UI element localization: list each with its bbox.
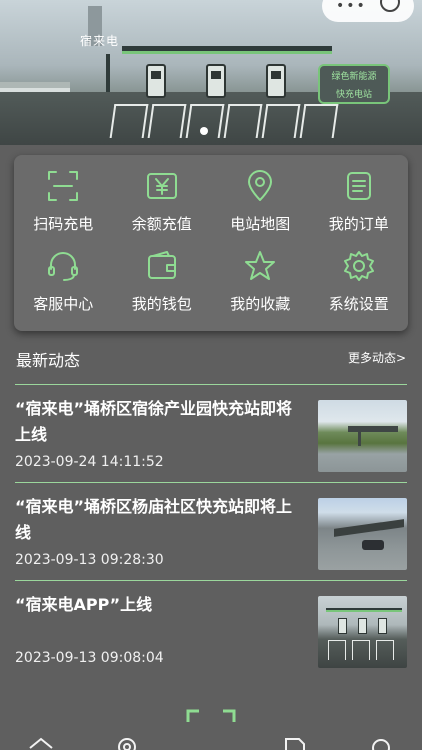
menu-item-settings[interactable]: 系统设置: [310, 243, 409, 323]
thumbnail-canopy: [334, 519, 404, 537]
news-thumbnail: [318, 400, 407, 472]
thumbnail-charger: [378, 618, 387, 634]
divider: [15, 482, 407, 483]
banner-parking-lane: [223, 104, 263, 138]
banner-parking-lane: [109, 104, 149, 138]
news-time: 2023-09-13 09:28:30: [15, 552, 164, 568]
thumbnail-charger: [338, 618, 347, 634]
home-icon: [29, 737, 53, 749]
star-icon: [245, 251, 276, 280]
banner-parking-lane: [261, 104, 301, 138]
banner-parking-lane: [147, 104, 187, 138]
banner-parking-lane: [299, 104, 339, 138]
news-headline: “宿来电APP”上线: [15, 595, 153, 614]
banner-charger: [206, 64, 226, 98]
banner-sign-line2: 快充电站: [335, 90, 372, 100]
menu-label: 电站地图: [230, 215, 291, 233]
news-thumbnail: [318, 498, 407, 570]
news-headline: “宿来电”埇桥区宿徐产业园快充站即将上线: [15, 399, 293, 444]
carousel-indicator[interactable]: [200, 127, 208, 135]
thumbnail-lane: [352, 640, 370, 660]
divider: [15, 580, 407, 581]
menu-label: 我的收藏: [230, 295, 291, 313]
news-section-title: 最新动态: [16, 351, 81, 370]
headset-icon: [48, 252, 79, 281]
more-dots-icon[interactable]: •••: [336, 0, 367, 14]
menu-label: 余额充值: [131, 215, 192, 233]
map-pin-icon: [248, 170, 273, 201]
menu-label: 我的订单: [328, 215, 389, 233]
tab-profile[interactable]: [368, 736, 394, 750]
tab-home[interactable]: [28, 736, 54, 750]
thumbnail-lane: [376, 640, 394, 660]
banner-brand: 宿来电: [80, 34, 120, 48]
order-list-icon: [346, 172, 371, 200]
banner-sign-line1: 绿色新能源: [331, 72, 377, 82]
tab-orders[interactable]: [282, 736, 308, 750]
banner-charger: [266, 64, 286, 98]
map-pin-icon: [118, 738, 136, 750]
banner-charger: [146, 64, 166, 98]
menu-item-recharge[interactable]: 余额充值: [113, 163, 212, 243]
news-item[interactable]: “宿来电”埇桥区宿徐产业园快充站即将上线 2023-09-24 14:11:52: [15, 386, 407, 482]
more-news-link[interactable]: 更多动态>: [348, 349, 406, 366]
menu-item-my-orders[interactable]: 我的订单: [310, 163, 409, 243]
close-circle-icon[interactable]: [380, 0, 400, 12]
thumbnail-pole: [358, 430, 361, 446]
thumbnail-canopy: [348, 426, 398, 432]
banner-canopy: [122, 46, 332, 54]
banner-sign: 绿色新能源 快充电站: [318, 64, 390, 104]
divider: [15, 384, 407, 385]
menu-label: 客服中心: [33, 295, 94, 313]
thumbnail-lane: [328, 640, 346, 660]
yuan-icon: [146, 173, 177, 199]
news-item[interactable]: “宿来电APP”上线 2023-09-13 09:08:04: [15, 582, 407, 678]
menu-label: 我的钱包: [131, 295, 192, 313]
menu-item-scan-charge[interactable]: 扫码充电: [14, 163, 113, 243]
menu-item-wallet[interactable]: 我的钱包: [113, 243, 212, 323]
scan-icon: [186, 709, 236, 722]
user-icon: [372, 739, 390, 750]
thumbnail-canopy: [326, 608, 402, 612]
news-section-header: 最新动态 更多动态>: [16, 343, 408, 373]
wallet-icon: [147, 251, 176, 279]
menu-item-favorites[interactable]: 我的收藏: [211, 243, 310, 323]
news-time: 2023-09-24 14:11:52: [15, 454, 164, 470]
document-icon: [285, 738, 305, 750]
news-headline: “宿来电”埇桥区杨庙社区快充站即将上线: [15, 497, 293, 542]
menu-label: 系统设置: [328, 295, 389, 313]
news-item[interactable]: “宿来电”埇桥区杨庙社区快充站即将上线 2023-09-13 09:28:30: [15, 484, 407, 580]
thumbnail-car: [362, 540, 384, 550]
news-time: 2023-09-13 09:08:04: [15, 650, 164, 666]
news-thumbnail: [318, 596, 407, 668]
thumbnail-charger: [358, 618, 367, 634]
scan-icon: [48, 171, 79, 201]
capsule-menu[interactable]: •••: [322, 0, 414, 22]
gear-icon: [343, 251, 374, 281]
scan-tab-button[interactable]: [185, 708, 237, 750]
menu-label: 扫码充电: [33, 215, 94, 233]
menu-item-customer-service[interactable]: 客服中心: [14, 243, 113, 323]
function-menu: 扫码充电 余额充值 电站地图 我的订单 客服中心 我的钱包 我的收藏 系统设置: [14, 155, 408, 331]
tab-map[interactable]: [114, 736, 140, 750]
menu-item-station-map[interactable]: 电站地图: [211, 163, 310, 243]
